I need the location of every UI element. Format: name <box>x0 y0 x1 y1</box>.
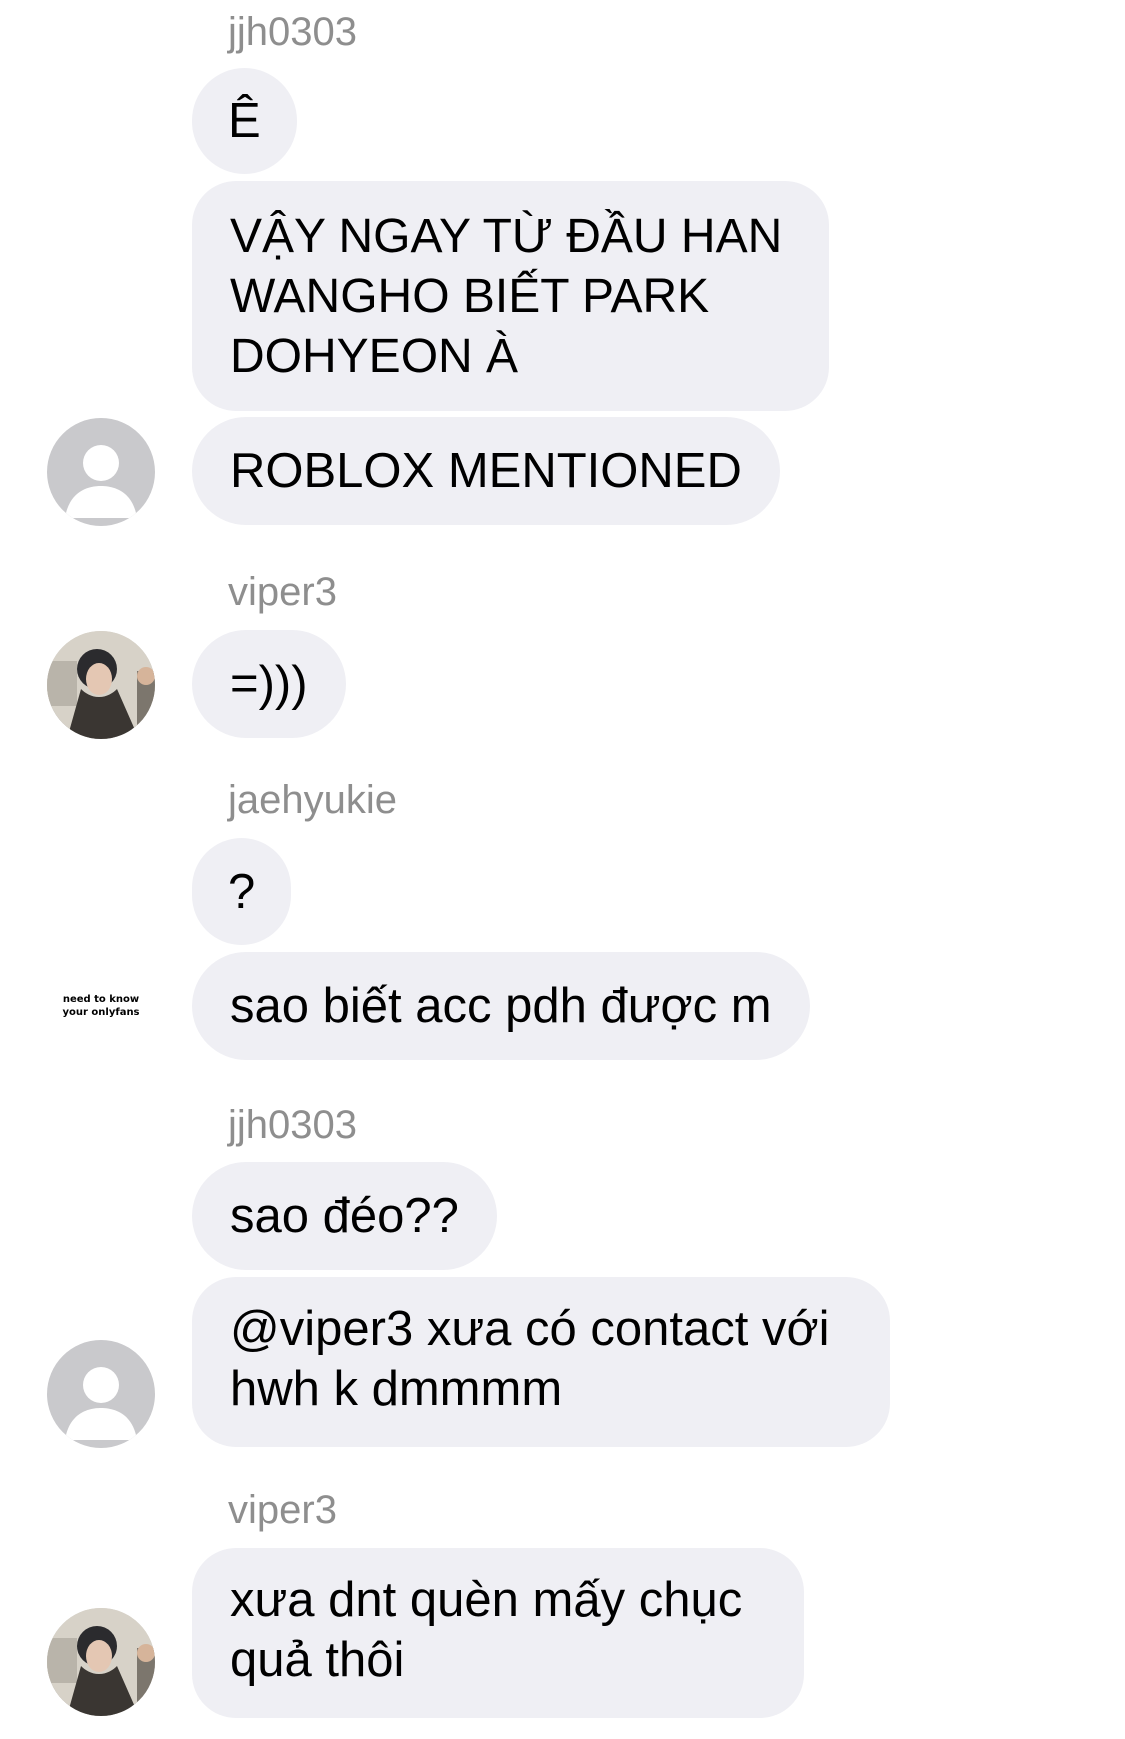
message-bubble[interactable]: VẬY NGAY TỪ ĐẦU HAN WANGHO BIẾT PARK DOH… <box>192 181 829 411</box>
message-bubble[interactable]: sao biết acc pdh được m <box>192 952 810 1060</box>
sender-username[interactable]: viper3 <box>228 1486 337 1534</box>
message-bubble[interactable]: ROBLOX MENTIONED <box>192 417 780 525</box>
default-person-avatar-icon[interactable] <box>47 1340 155 1448</box>
message-text: @viper3 xưa có contact với hwh k dmmmm <box>230 1302 830 1416</box>
text-avatar-icon[interactable]: need to know your onlyfans <box>47 952 155 1060</box>
default-person-avatar-icon[interactable] <box>47 418 155 526</box>
message-text: VẬY NGAY TỪ ĐẦU HAN WANGHO BIẾT PARK DOH… <box>230 210 783 383</box>
sender-username[interactable]: viper3 <box>228 568 337 616</box>
avatar-text-line: need to know <box>62 994 140 1005</box>
message-text: ROBLOX MENTIONED <box>230 444 742 498</box>
sender-username[interactable]: jjh0303 <box>228 8 357 56</box>
message-bubble[interactable]: @viper3 xưa có contact với hwh k dmmmm <box>192 1277 890 1447</box>
message-text: sao biết acc pdh được m <box>230 979 772 1033</box>
sender-username[interactable]: jjh0303 <box>228 1101 357 1149</box>
message-bubble[interactable]: Ê <box>192 68 297 174</box>
message-text: sao đéo?? <box>230 1189 459 1243</box>
message-text: =))) <box>230 657 308 711</box>
message-text: Ê <box>228 94 261 148</box>
sender-username[interactable]: jaehyukie <box>228 776 397 824</box>
message-text: xưa dnt quèn mấy chục quả thôi <box>230 1573 743 1687</box>
profile-photo-avatar-icon[interactable] <box>47 631 155 739</box>
message-text: ? <box>228 864 256 919</box>
message-bubble[interactable]: sao đéo?? <box>192 1162 497 1270</box>
message-bubble[interactable]: ? <box>192 838 292 945</box>
message-bubble[interactable]: xưa dnt quèn mấy chục quả thôi <box>192 1548 804 1718</box>
avatar-text-line: your onlyfans <box>62 1007 140 1018</box>
profile-photo-avatar-icon[interactable] <box>47 1608 155 1716</box>
message-bubble[interactable]: =))) <box>192 630 346 738</box>
